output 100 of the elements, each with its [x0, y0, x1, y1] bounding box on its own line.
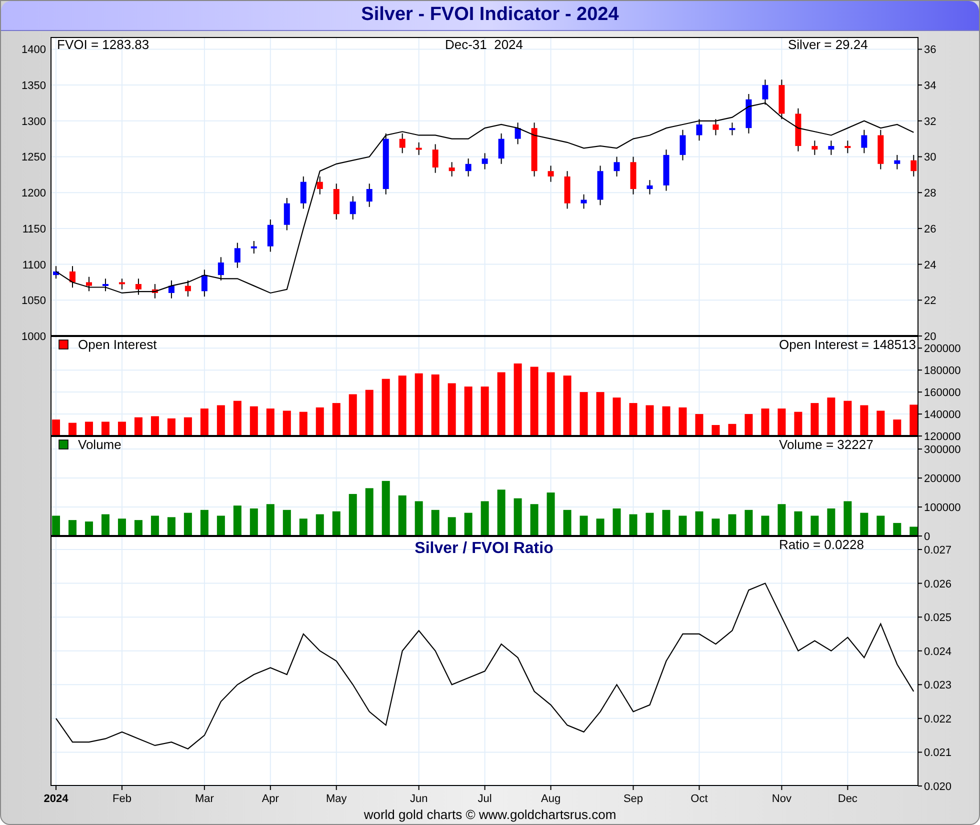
- bar: [827, 508, 836, 536]
- axis-label: 26: [924, 223, 936, 236]
- bar: [52, 516, 60, 536]
- axis-label: 1200: [22, 188, 46, 200]
- bar: [876, 410, 885, 436]
- month-label: Nov: [772, 793, 792, 805]
- bar: [810, 516, 819, 536]
- axis-label: 24: [924, 259, 936, 272]
- reading-label: Volume = 32227: [779, 437, 874, 452]
- candle: [712, 118, 719, 136]
- candle: [531, 122, 538, 177]
- axis-label: 22: [924, 295, 936, 308]
- bar: [744, 510, 753, 536]
- month-label: Aug: [541, 793, 561, 805]
- bar: [860, 405, 868, 436]
- candle: [399, 132, 406, 154]
- axis-label: 30: [924, 152, 936, 164]
- month-label: Oct: [690, 793, 708, 805]
- bar: [744, 414, 753, 436]
- axis-label: 0.025: [924, 612, 952, 624]
- candle: [498, 132, 504, 164]
- axis-label: 36: [924, 44, 936, 56]
- bar: [728, 514, 736, 536]
- candle: [663, 149, 670, 192]
- month-label: Dec: [838, 793, 858, 805]
- axis-label: 32: [924, 116, 936, 128]
- bar: [662, 406, 670, 436]
- axis-label: 1150: [22, 223, 46, 236]
- candle: [580, 194, 587, 210]
- candle: [564, 170, 570, 210]
- axis-label: 20: [924, 331, 936, 343]
- candle: [696, 118, 702, 142]
- bar: [678, 407, 687, 436]
- axis-label: 200000: [924, 343, 961, 356]
- axis-label: 0.023: [924, 680, 952, 692]
- axis-label: 140000: [924, 409, 961, 422]
- axis-label: 200000: [924, 473, 961, 486]
- bar: [678, 516, 687, 536]
- candle: [135, 278, 142, 296]
- candle: [267, 218, 274, 252]
- month-label: Sep: [623, 793, 644, 805]
- bar: [712, 518, 720, 536]
- candle: [432, 144, 438, 174]
- month-label: Feb: [112, 793, 132, 805]
- candle: [548, 165, 554, 182]
- bar: [695, 414, 704, 436]
- axis-label: 0.026: [924, 578, 952, 590]
- candle: [102, 278, 108, 292]
- candle: [250, 240, 257, 254]
- candle: [184, 280, 191, 298]
- candle: [284, 197, 290, 231]
- axis-label: 1100: [22, 259, 46, 272]
- candle: [778, 79, 785, 120]
- candle: [828, 140, 834, 156]
- candle: [844, 140, 851, 154]
- candle: [53, 266, 59, 280]
- axis-label: 28: [924, 188, 936, 200]
- bar: [712, 425, 720, 436]
- month-label: Mar: [194, 793, 214, 805]
- candle: [118, 278, 125, 290]
- bar: [695, 511, 704, 536]
- month-label: Apr: [262, 793, 279, 805]
- bar: [844, 400, 852, 436]
- candle: [861, 129, 868, 154]
- candle: [514, 122, 521, 145]
- candle: [630, 156, 636, 195]
- chart-title: Silver / FVOI Ratio: [414, 540, 554, 557]
- bar: [844, 501, 852, 536]
- bar: [662, 510, 670, 536]
- bar: [778, 408, 786, 436]
- axis-label: 0.024: [924, 646, 952, 658]
- candle: [201, 269, 208, 298]
- axis-label: 1300: [22, 116, 46, 128]
- candle: [366, 183, 372, 208]
- candle: [86, 276, 92, 292]
- bar: [876, 516, 885, 536]
- candle: [416, 142, 422, 156]
- candle: [234, 242, 240, 268]
- month-label: Jun: [410, 793, 428, 805]
- candle: [70, 266, 76, 288]
- date-label: Dec-31 2024: [444, 37, 524, 52]
- candle: [168, 280, 174, 299]
- bar: [778, 504, 786, 536]
- reading-label: Open Interest = 148513: [779, 337, 916, 352]
- axis-label: 1000: [22, 331, 46, 343]
- candle: [597, 165, 604, 206]
- candle: [729, 122, 736, 136]
- bar: [893, 420, 902, 436]
- candle: [812, 140, 818, 156]
- axis-label: 0.020: [924, 781, 952, 793]
- candle: [795, 108, 802, 152]
- bar: [810, 403, 819, 436]
- candle: [646, 180, 653, 195]
- candle: [746, 94, 752, 134]
- axis-label: 300000: [924, 444, 961, 456]
- month-label: 2024: [44, 793, 68, 805]
- bar: [761, 408, 770, 436]
- candle: [152, 284, 158, 299]
- footer-credit: world gold charts © www.goldchartsrus.com: [364, 808, 616, 822]
- candle: [316, 176, 323, 195]
